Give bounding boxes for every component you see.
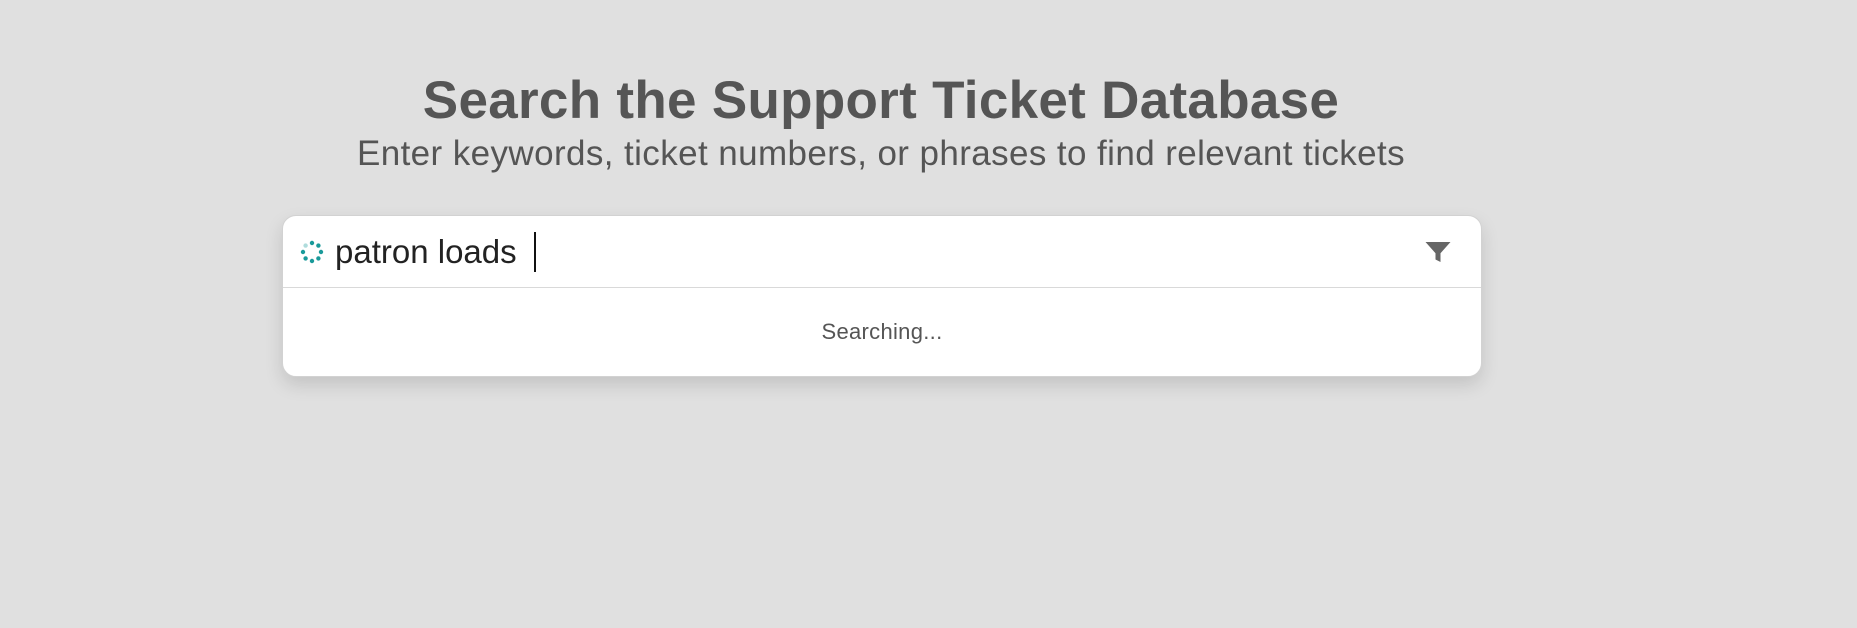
loading-spinner-icon <box>300 240 324 264</box>
search-results-dropdown: Searching... <box>283 288 1481 376</box>
filter-icon[interactable] <box>1423 237 1453 267</box>
search-input[interactable] <box>335 228 1395 276</box>
page-title: Search the Support Ticket Database <box>422 71 1340 130</box>
header: Search the Support Ticket Database Enter… <box>0 70 1762 176</box>
text-cursor <box>534 232 536 272</box>
searching-status: Searching... <box>821 319 943 344</box>
search-bar[interactable] <box>283 216 1481 288</box>
search-panel: Searching... <box>282 215 1482 377</box>
page-subtitle: Enter keywords, ticket numbers, or phras… <box>356 134 1406 173</box>
page: Search the Support Ticket Database Enter… <box>0 0 1857 628</box>
